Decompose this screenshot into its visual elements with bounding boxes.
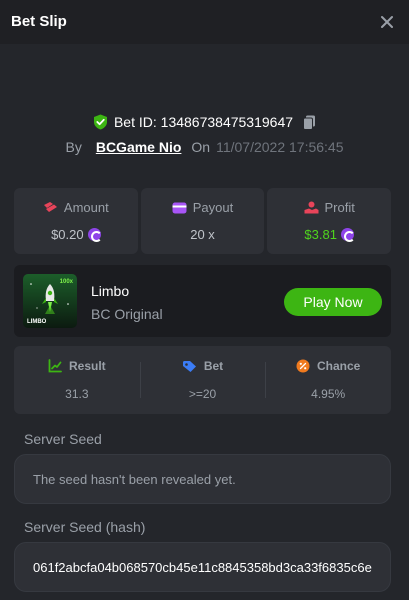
header-title: Bet Slip (11, 13, 67, 30)
game-name: Limbo (91, 283, 130, 299)
shield-check-icon (93, 114, 108, 130)
payout-label: Payout (192, 200, 234, 215)
game-card: 100x LIMBO Limbo BC Original Play Now (14, 265, 391, 337)
game-thumbnail[interactable]: 100x LIMBO (23, 274, 77, 328)
result-card: Result 31.3 Bet >=20 Chance 4.95% (14, 346, 391, 414)
percent-icon (296, 359, 310, 373)
user-link[interactable]: BCGame Nio (96, 139, 182, 155)
payout-value: 20 x (190, 227, 215, 242)
bet-id-row: Bet ID: 13486738475319647 (0, 114, 409, 130)
amount-icon (43, 201, 58, 214)
amount-value: $0.20 (51, 227, 84, 242)
stat-amount: Amount $0.20 (14, 188, 138, 254)
bet-label: Bet (203, 359, 224, 373)
server-seed-hash-label: Server Seed (hash) (24, 519, 146, 535)
bet-author-row: By BCGame Nio On 11/07/2022 17:56:45 (0, 139, 409, 155)
copy-icon[interactable] (303, 115, 316, 130)
on-label: On (191, 139, 211, 155)
server-seed-field[interactable]: The seed hasn't been revealed yet. (14, 454, 391, 504)
profit-label: Profit (324, 200, 355, 215)
stat-profit: Profit $3.81 (267, 188, 392, 254)
chance-value: 4.95% (311, 387, 346, 401)
result-label: Result (68, 359, 106, 373)
result-cell: Result 31.3 (14, 346, 140, 414)
stat-payout: Payout 20 x (140, 188, 265, 254)
game-category: BC Original (91, 306, 163, 322)
bet-id: Bet ID: 13486738475319647 (113, 114, 294, 130)
bet-value: >=20 (188, 387, 217, 401)
coin-icon (340, 228, 355, 242)
profit-icon (304, 201, 319, 214)
amount-label: Amount (63, 200, 109, 215)
coin-icon (87, 228, 102, 242)
result-value: 31.3 (65, 387, 89, 401)
bet-cell: Bet >=20 (139, 346, 266, 414)
bet-slip-header: Bet Slip (0, 0, 409, 44)
thumb-multiplier: 100x (59, 279, 73, 285)
bet-slip-body: Bet ID: 13486738475319647 By BCGame Nio … (0, 44, 409, 600)
thumb-title: LIMBO (27, 319, 47, 325)
chance-label: Chance (317, 359, 361, 373)
wallet-icon (172, 202, 187, 214)
chance-cell: Chance 4.95% (265, 346, 391, 414)
bet-tag-icon (182, 360, 197, 373)
bet-stats: Amount $0.20 Payout 20 x Profit $3.81 (14, 188, 392, 254)
result-chart-icon (48, 359, 62, 373)
bet-date: 11/07/2022 17:56:45 (216, 139, 344, 155)
profit-value: $3.81 (304, 227, 337, 242)
play-now-button[interactable]: Play Now (284, 288, 382, 316)
by-label: By (65, 139, 82, 155)
server-seed-hash-field[interactable]: 061f2abcfa04b068570cb45e11c8845358bd3ca3… (14, 542, 391, 592)
server-seed-label: Server Seed (24, 431, 102, 447)
close-icon[interactable] (379, 14, 395, 30)
